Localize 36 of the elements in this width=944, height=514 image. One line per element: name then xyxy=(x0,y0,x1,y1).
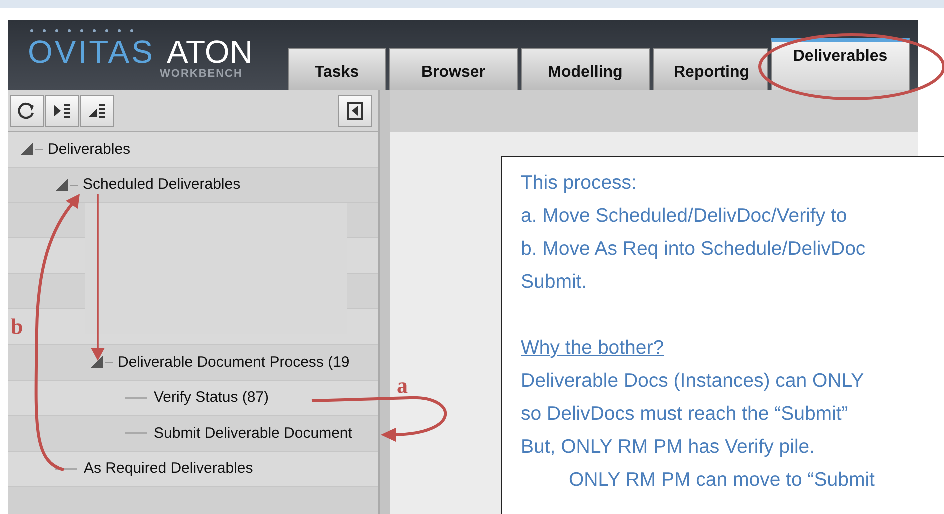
logo-brand: OVITAS xyxy=(28,33,155,72)
tree-item[interactable]: Deliverable Document Process (19 xyxy=(118,354,350,371)
collapse-panel-icon xyxy=(345,100,365,120)
collapse-panel-button[interactable] xyxy=(338,94,372,126)
note-line: Submit. xyxy=(521,271,588,293)
annotation-label: a xyxy=(397,373,408,398)
nav-tab[interactable]: Modelling xyxy=(521,48,650,90)
logo-product: ATON xyxy=(166,33,253,70)
annotation-label: b xyxy=(11,314,24,339)
nav-tab[interactable]: Reporting xyxy=(653,48,768,90)
tree-item[interactable]: Deliverables xyxy=(48,140,131,158)
refresh-button[interactable] xyxy=(10,94,44,126)
nav-tab[interactable]: Browser xyxy=(389,48,518,90)
note-line: This process: xyxy=(521,172,637,194)
tree-connector-icon xyxy=(55,468,77,470)
nav-tab[interactable]: Deliverables xyxy=(771,38,910,90)
logo-subtitle: WORKBENCH xyxy=(160,68,243,80)
expand-all-button[interactable] xyxy=(45,94,79,126)
note-line: ONLY RM PM can move to “Submit xyxy=(569,469,875,491)
tree-toggle-icon[interactable] xyxy=(20,142,44,156)
tree-item[interactable]: Verify Status (87) xyxy=(154,389,270,406)
tree-toggle-icon[interactable] xyxy=(55,178,79,192)
note-line: b. Move As Req into Schedule/DelivDoc xyxy=(521,238,866,260)
note-line: so DelivDocs must reach the “Submit” xyxy=(521,403,848,425)
nav-tab[interactable]: Tasks xyxy=(288,48,386,90)
collapse-all-button[interactable] xyxy=(80,94,114,126)
tree-item[interactable]: Submit Deliverable Document xyxy=(154,424,352,442)
tree-item[interactable]: Scheduled Deliverables xyxy=(83,176,241,194)
note-line: But, ONLY RM PM has Verify pile. xyxy=(521,436,816,458)
note-line: a. Move Scheduled/DelivDoc/Verify to xyxy=(521,205,848,227)
tree-connector-icon xyxy=(125,432,147,434)
note-line: Why the bother? xyxy=(521,337,664,359)
tree-connector-icon xyxy=(125,396,147,399)
tree-toggle-icon[interactable] xyxy=(90,355,114,370)
refresh-icon xyxy=(17,100,37,120)
note-line: Deliverable Docs (Instances) can ONLY xyxy=(521,370,864,392)
